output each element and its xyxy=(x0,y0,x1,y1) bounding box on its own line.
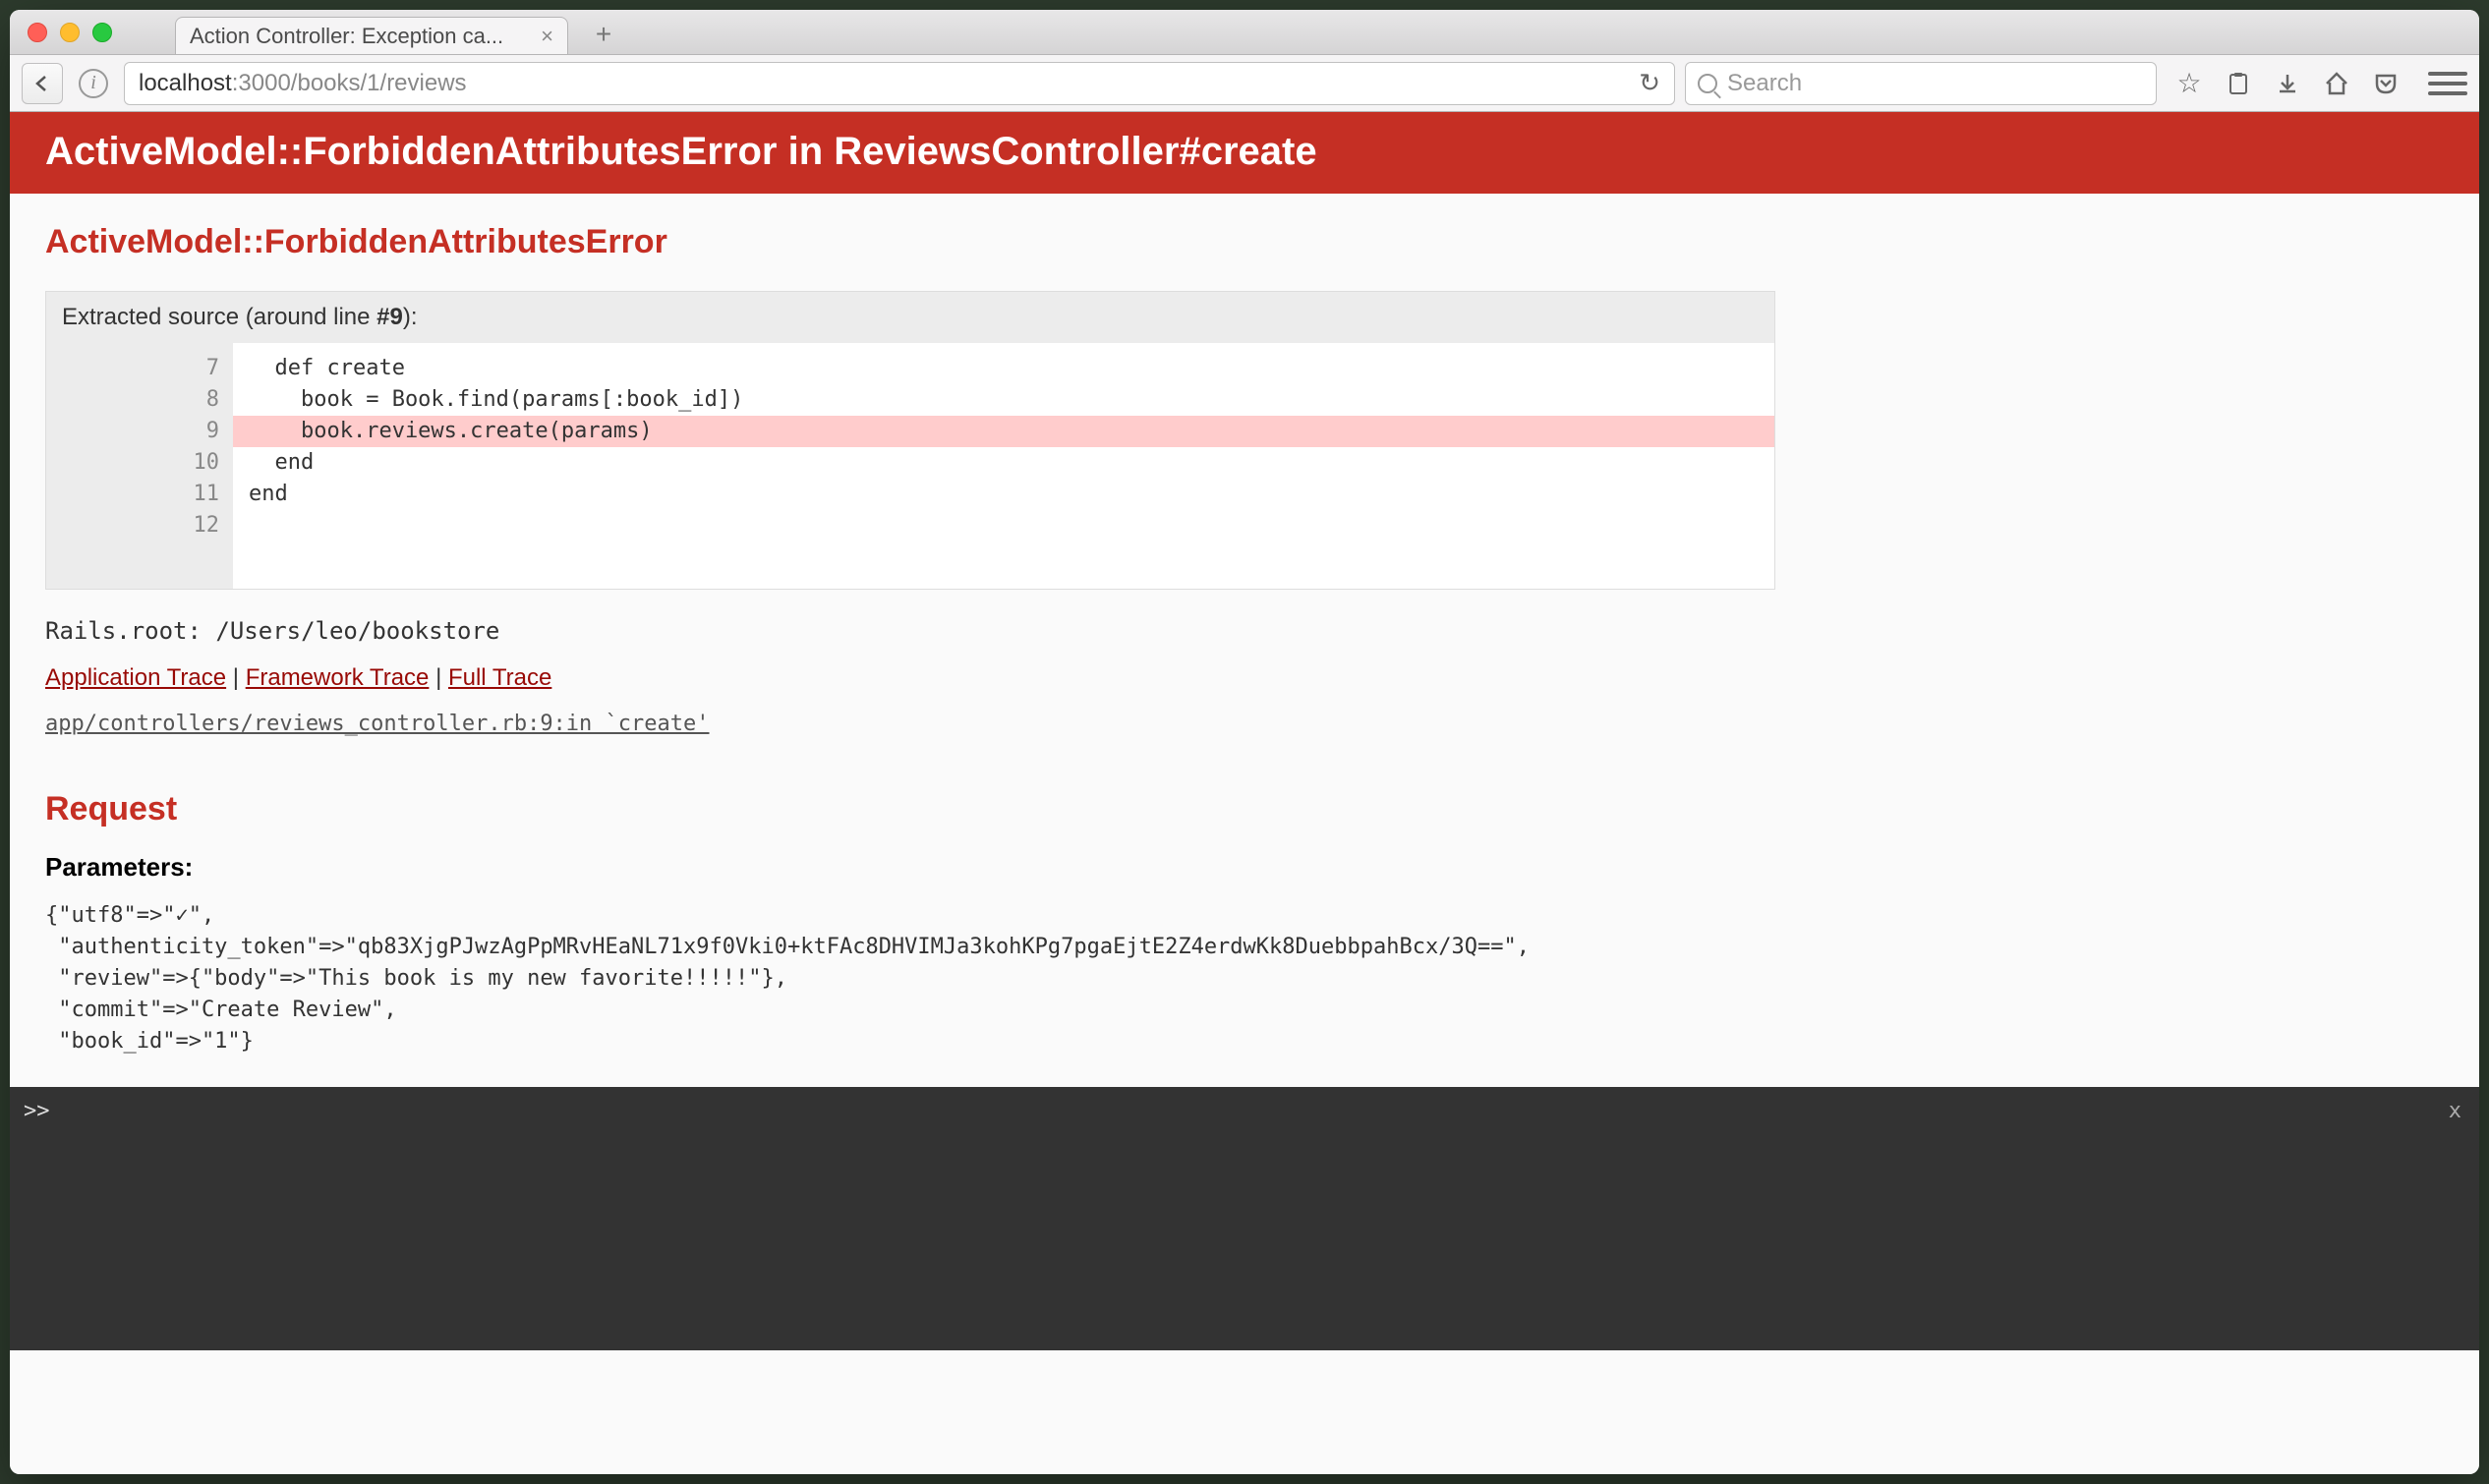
web-console[interactable]: >> x xyxy=(10,1087,2479,1350)
request-header: Request xyxy=(45,790,2444,828)
search-bar[interactable]: Search xyxy=(1685,62,2157,105)
search-placeholder: Search xyxy=(1727,70,1802,97)
console-close-icon[interactable]: x xyxy=(2449,1099,2461,1123)
new-tab-button[interactable]: + xyxy=(590,21,617,48)
bookmark-star-icon[interactable]: ☆ xyxy=(2172,67,2206,100)
tab-title: Action Controller: Exception ca... xyxy=(190,24,533,49)
error-subtitle: ActiveModel::ForbiddenAttributesError xyxy=(45,223,2444,261)
framework-trace-link[interactable]: Framework Trace xyxy=(246,664,430,691)
rails-root: Rails.root: /Users/leo/bookstore xyxy=(45,617,2444,645)
line-number: 7 xyxy=(46,353,219,384)
download-arrow-icon xyxy=(2276,72,2299,95)
browser-window: Action Controller: Exception ca... × + i… xyxy=(10,10,2479,1474)
pocket-icon[interactable] xyxy=(2369,67,2402,100)
extracted-line-number: #9 xyxy=(376,304,403,330)
reading-list-icon[interactable] xyxy=(2222,67,2255,100)
clipboard-icon xyxy=(2227,72,2250,95)
back-button[interactable] xyxy=(22,63,63,104)
trace-links: Application Trace | Framework Trace | Fu… xyxy=(45,664,2444,692)
back-arrow-icon xyxy=(32,74,52,93)
url-host: localhost xyxy=(139,70,232,97)
error-title: ActiveModel::ForbiddenAttributesError in… xyxy=(10,112,2479,194)
console-prompt: >> xyxy=(24,1099,50,1123)
error-body: ActiveModel::ForbiddenAttributesError Ex… xyxy=(10,194,2479,1087)
browser-toolbar: i localhost:3000/books/1/reviews ↻ Searc… xyxy=(10,55,2479,112)
window-controls xyxy=(28,23,112,42)
titlebar: Action Controller: Exception ca... × + xyxy=(10,10,2479,55)
source-extract: Extracted source (around line #9): 78910… xyxy=(45,291,1775,590)
house-icon xyxy=(2324,71,2349,96)
application-trace-link[interactable]: Application Trace xyxy=(45,664,226,691)
parameters-body: {"utf8"=>"✓", "authenticity_token"=>"qb8… xyxy=(45,900,2444,1057)
reload-icon[interactable]: ↻ xyxy=(1639,68,1660,98)
downloads-icon[interactable] xyxy=(2271,67,2304,100)
trace-file-link[interactable]: app/controllers/reviews_controller.rb:9:… xyxy=(45,712,710,736)
menu-button[interactable] xyxy=(2428,64,2467,103)
full-trace-link[interactable]: Full Trace xyxy=(448,664,551,691)
pocket-shield-icon xyxy=(2373,71,2399,96)
code-line: end xyxy=(233,479,1774,510)
site-info-icon[interactable]: i xyxy=(79,69,108,98)
line-number: 11 xyxy=(46,479,219,510)
source-header: Extracted source (around line #9): xyxy=(46,292,1774,343)
line-number: 12 xyxy=(46,510,219,542)
close-window-button[interactable] xyxy=(28,23,47,42)
maximize-window-button[interactable] xyxy=(92,23,112,42)
parameters-label: Parameters: xyxy=(45,852,2444,883)
line-numbers: 789101112 xyxy=(46,343,233,589)
line-number: 8 xyxy=(46,384,219,416)
code-line: def create xyxy=(233,353,1774,384)
code-line: book.reviews.create(params) xyxy=(233,416,1774,447)
home-icon[interactable] xyxy=(2320,67,2353,100)
source-table: 789101112 def create book = Book.find(pa… xyxy=(46,343,1774,589)
code-line: book = Book.find(params[:book_id]) xyxy=(233,384,1774,416)
browser-tab[interactable]: Action Controller: Exception ca... × xyxy=(175,17,568,54)
search-icon xyxy=(1698,74,1717,93)
line-number: 9 xyxy=(46,416,219,447)
url-bar[interactable]: localhost:3000/books/1/reviews ↻ xyxy=(124,62,1675,105)
extracted-suffix: ): xyxy=(403,304,418,330)
code-lines: def create book = Book.find(params[:book… xyxy=(233,343,1774,589)
line-number: 10 xyxy=(46,447,219,479)
page-content: ActiveModel::ForbiddenAttributesError in… xyxy=(10,112,2479,1474)
url-path: /books/1/reviews xyxy=(291,70,467,97)
url-port: :3000 xyxy=(232,70,291,97)
code-line: end xyxy=(233,447,1774,479)
minimize-window-button[interactable] xyxy=(60,23,80,42)
extracted-label: Extracted source (around line xyxy=(62,304,376,330)
tab-close-icon[interactable]: × xyxy=(541,24,553,49)
